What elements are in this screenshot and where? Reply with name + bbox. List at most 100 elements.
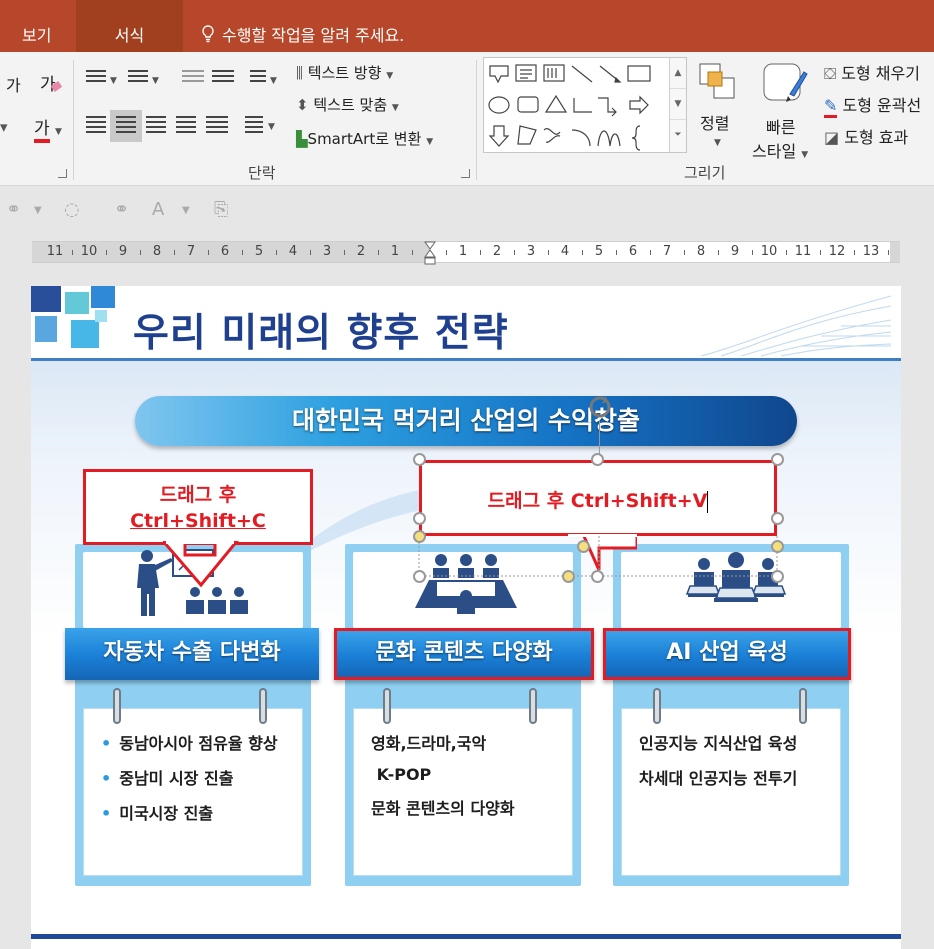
ruler-number: 2 [356, 244, 366, 259]
ruler-tick [208, 250, 209, 255]
resize-handle[interactable] [413, 453, 426, 466]
shape-effects-icon: ◪ [824, 128, 840, 147]
ruler-number: 1 [458, 244, 468, 259]
tab-view[interactable]: 보기 [22, 22, 51, 46]
ruler-tick [310, 250, 311, 255]
bullets-button[interactable] [86, 70, 106, 85]
ruler-number: 11 [46, 244, 64, 259]
slide-title[interactable]: 우리 미래의 향후 전략 [133, 302, 509, 358]
gallery-scroll-down-icon[interactable]: ▼ [670, 89, 686, 120]
arrange-button[interactable]: 정렬 ▼ [694, 58, 744, 162]
text-align-button[interactable]: ⬍ 텍스트 맞춤 ▼ [296, 94, 399, 115]
resize-handle[interactable] [771, 453, 784, 466]
merge-shapes-dropdown-icon[interactable]: ▼ [34, 205, 42, 216]
font-group-launcher-icon[interactable] [58, 169, 67, 178]
justify-icon[interactable] [176, 116, 196, 136]
tell-me-text: 수행할 작업을 알려 주세요. [222, 26, 405, 45]
rotate-handle-icon[interactable] [587, 394, 613, 420]
list-item: 문화 콘텐츠의 다양화 [371, 799, 515, 818]
align-right-icon[interactable] [146, 116, 166, 136]
paragraph-group-launcher-icon[interactable] [461, 169, 470, 178]
callout-copy-format[interactable]: 드래그 후 Ctrl+Shift+C [83, 469, 313, 545]
align-left-icon[interactable] [86, 116, 106, 136]
binder-ring-icon [383, 688, 391, 724]
slide-canvas[interactable]: 우리 미래의 향후 전략 대한민국 먹거리 산업의 수익창출 • 동남아시아 점… [31, 286, 901, 949]
line-spacing-dropdown-icon[interactable]: ▼ [270, 76, 277, 86]
intersect-shapes-icon[interactable]: ⚭ [114, 199, 129, 220]
shapes-grid-icon [488, 64, 651, 151]
quick-styles-button[interactable]: 빠른 스타일 ▼ [748, 58, 820, 162]
text-direction-button[interactable]: ⫼ 텍스트 방향 ▼ [296, 62, 393, 83]
bullets-dropdown-icon[interactable]: ▼ [110, 76, 117, 86]
numbering-button[interactable] [128, 70, 148, 85]
union-shapes-icon[interactable]: ◌ [64, 199, 80, 220]
font-color-button[interactable]: 가 ▼ [34, 114, 62, 143]
font-color-dropdown-icon: ▼ [55, 127, 62, 137]
text-align-dropdown-icon: ▼ [391, 103, 399, 113]
lightbulb-icon [202, 25, 214, 43]
text-align-label: 텍스트 맞춤 [313, 96, 388, 114]
resize-handle[interactable] [413, 512, 426, 525]
gallery-more-icon[interactable]: ⏷ [670, 120, 686, 151]
tab-format[interactable]: 서식 [76, 0, 183, 52]
horizontal-ruler[interactable]: 11 10 9 8 7 6 5 4 3 2 1 1 2 3 4 5 6 7 8 9 10 11 12 13 [32, 241, 900, 265]
gallery-scrollbar[interactable]: ▲ ▼ ⏷ [669, 58, 686, 152]
binder-ring-icon [259, 688, 267, 724]
resize-handle[interactable] [413, 570, 426, 583]
line-spacing-icon[interactable] [250, 70, 266, 85]
shape-effects-label: 도형 효과 [844, 128, 909, 147]
column-1-text-box[interactable]: 동남아시아 점유율 향상 중남미 시장 진출 미국시장 진출 [83, 708, 303, 876]
shapes-gallery[interactable]: ▲ ▼ ⏷ [483, 57, 687, 153]
adjust-handle[interactable] [771, 540, 784, 553]
ruler-tick [276, 250, 277, 255]
dropdown-arrow-icon[interactable]: ▾ [0, 118, 8, 136]
bottom-divider [31, 934, 901, 939]
ruler-tick [752, 250, 753, 255]
distribute-icon[interactable] [206, 116, 228, 136]
adjust-handle[interactable] [562, 570, 575, 583]
text-effects-dropdown-icon[interactable]: ▼ [182, 205, 190, 216]
clear-format-button[interactable]: 가 [40, 70, 62, 95]
shape-fill-button[interactable]: ⛋ 도형 채우기 [824, 60, 920, 84]
column-2-label[interactable]: 문화 콘텐츠 다양화 [334, 628, 594, 680]
column-2-text-box[interactable]: 영화,드라마,국악 K-POP 문화 콘텐츠의 다양화 [353, 708, 573, 876]
resize-handle[interactable] [591, 453, 604, 466]
ruler-tick [106, 250, 107, 255]
columns-icon[interactable] [245, 116, 263, 136]
ruler-number: 3 [526, 244, 536, 259]
quick-styles-label-2: 스타일 ▼ [752, 138, 808, 162]
merge-shapes-icon[interactable]: ⚭ [6, 199, 21, 220]
tell-me-search[interactable]: 수행할 작업을 알려 주세요. [200, 22, 404, 46]
decrease-indent-icon[interactable] [182, 70, 204, 85]
column-3-text-box[interactable]: 인공지능 지식산업 육성 차세대 인공지능 전투기 [621, 708, 841, 876]
text-direction-dropdown-icon: ▼ [386, 71, 394, 81]
adjust-handle[interactable] [413, 530, 426, 543]
resize-handle[interactable] [771, 570, 784, 583]
column-1-label[interactable]: 자동차 수출 다변화 [65, 628, 319, 680]
resize-handle[interactable] [591, 570, 604, 583]
pencil-icon: ✎ [824, 96, 838, 118]
indent-marker-icon[interactable] [424, 241, 436, 271]
ruler-number: 12 [828, 244, 846, 259]
smartart-button[interactable]: ▙SmartArt로 변환 ▼ [296, 128, 433, 149]
slide-banner[interactable]: 대한민국 먹거리 산업의 수익창출 [135, 396, 797, 446]
increase-indent-icon[interactable] [212, 70, 234, 85]
text-effects-icon[interactable]: A [152, 199, 164, 220]
adjust-handle[interactable] [577, 540, 590, 553]
paint-bucket-icon: ⛋ [824, 64, 837, 83]
shape-outline-button[interactable]: ✎ 도형 윤곽선 [824, 92, 921, 118]
columns-dropdown-icon[interactable]: ▼ [268, 122, 275, 132]
ruler-tick [854, 250, 855, 255]
resize-handle[interactable] [771, 512, 784, 525]
column-3-list: 인공지능 지식산업 육성 차세대 인공지능 전투기 [639, 730, 797, 800]
align-center-button[interactable] [110, 110, 142, 142]
list-item: 영화,드라마,국악 [371, 734, 487, 753]
ruler-tick [718, 250, 719, 255]
column-3-label[interactable]: AI 산업 육성 [603, 628, 851, 680]
shape-effects-button[interactable]: ◪ 도형 효과 [824, 124, 908, 148]
ruler-tick [786, 250, 787, 255]
numbering-dropdown-icon[interactable]: ▼ [152, 76, 159, 86]
font-grow-button[interactable]: 가 [6, 72, 21, 96]
gallery-scroll-up-icon[interactable]: ▲ [670, 58, 686, 89]
format-painter-icon[interactable]: ⎘ [214, 199, 228, 220]
